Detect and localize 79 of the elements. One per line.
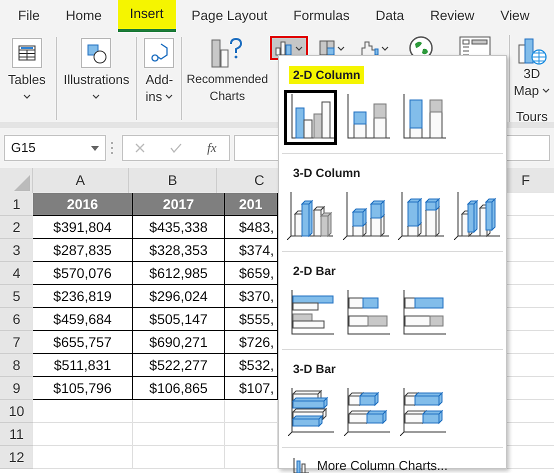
table-cell: $726, (225, 331, 278, 354)
table-icon (12, 38, 42, 68)
section-heading: 3-D Column (292, 165, 362, 182)
column-chart-icon (287, 192, 334, 240)
insert-function-button[interactable]: fx (207, 138, 217, 158)
ribbon-tab[interactable]: Home (54, 0, 114, 32)
bar-chart-icon (400, 388, 446, 436)
dropdown-arrow-icon (91, 146, 99, 150)
table-cell: $690,271 (133, 331, 225, 354)
header-cell: 2016 (33, 193, 133, 216)
table-cell: $505,147 (133, 308, 225, 331)
bar-chart-icon (344, 388, 390, 436)
table-cell: $374, (225, 239, 278, 262)
ribbon-tab[interactable]: Page Layout (180, 0, 280, 32)
table-cell: $570,076 (33, 262, 133, 285)
ribbon-button[interactable]: Add- ins (139, 35, 180, 122)
ribbon-button[interactable]: Illustrations (58, 35, 134, 122)
ribbon-button[interactable]: Recommended Charts (184, 35, 270, 122)
ribbon-tab[interactable]: Formulas (281, 0, 362, 32)
table-cell: $555, (225, 308, 278, 331)
ribbon-tab[interactable]: File (6, 0, 52, 32)
caret-icon (542, 88, 550, 93)
chart-question-icon (211, 38, 244, 68)
row-header[interactable]: 10 (0, 400, 33, 423)
table-cell: $435,338 (133, 216, 225, 239)
row-header[interactable]: 4 (0, 262, 33, 285)
table-cell: $296,024 (133, 285, 225, 308)
table-cell: $391,804 (33, 216, 133, 239)
check-icon[interactable] (170, 143, 182, 153)
section-heading: 2-D Column (289, 66, 364, 84)
drag-handle-icon (110, 141, 114, 155)
caret-icon (337, 46, 346, 50)
row-header[interactable]: 11 (0, 423, 33, 446)
section-heading: 2-D Bar (292, 263, 337, 280)
table-cell: $511,831 (33, 354, 133, 377)
table-cell: $532, (225, 354, 278, 377)
group-label: Tours (516, 108, 548, 126)
3d-map-button[interactable]: 3D Map (514, 35, 550, 99)
shapes-icon (81, 38, 112, 68)
row-header[interactable]: 6 (0, 308, 33, 331)
ribbon-button[interactable]: Tables (0, 35, 54, 122)
header-cell: 2017 (133, 193, 225, 216)
more-charts-link[interactable]: More Column Charts... (279, 448, 506, 473)
waterfall-chart-icon (361, 40, 380, 56)
ribbon-tab[interactable]: Data (364, 0, 416, 32)
column-chart-icon (398, 192, 444, 240)
ribbon-tab[interactable]: Insert (118, 0, 176, 32)
row-header[interactable]: 9 (0, 377, 33, 400)
column-chart-icon (454, 192, 500, 240)
row-header[interactable]: 2 (0, 216, 33, 239)
table-cell: $105,796 (33, 377, 133, 400)
table-cell: $328,353 (133, 239, 225, 262)
caret-icon (381, 46, 390, 50)
row-header[interactable]: 1 (0, 193, 33, 216)
chart-type-option[interactable] (284, 90, 337, 145)
section-heading: 3-D Bar (292, 361, 337, 378)
table-cell: $612,985 (133, 262, 225, 285)
table-cell: $483, (225, 216, 278, 239)
ribbon-tab[interactable]: Review (418, 0, 486, 32)
ribbon-tab[interactable]: View (488, 0, 542, 32)
table-cell: $236,819 (33, 285, 133, 308)
row-header[interactable]: 7 (0, 331, 33, 354)
table-cell: $522,277 (133, 354, 225, 377)
row-header[interactable]: 3 (0, 239, 33, 262)
header-cell: 201 (225, 193, 278, 216)
row-header[interactable]: 5 (0, 285, 33, 308)
row-header[interactable]: 8 (0, 354, 33, 377)
table-cell: $287,835 (33, 239, 133, 262)
caret-icon (295, 46, 304, 50)
table-cell: $655,757 (33, 331, 133, 354)
table-cell: $107, (225, 377, 278, 400)
table-cell: $370, (225, 285, 278, 308)
name-box[interactable]: G15 (4, 135, 106, 161)
column-chart-icon (342, 192, 389, 240)
table-cell: $659, (225, 262, 278, 285)
bar-chart-icon (288, 388, 334, 436)
row-header[interactable]: 12 (0, 446, 33, 469)
table-cell: $106,865 (133, 377, 225, 400)
table-cell: $459,684 (33, 308, 133, 331)
